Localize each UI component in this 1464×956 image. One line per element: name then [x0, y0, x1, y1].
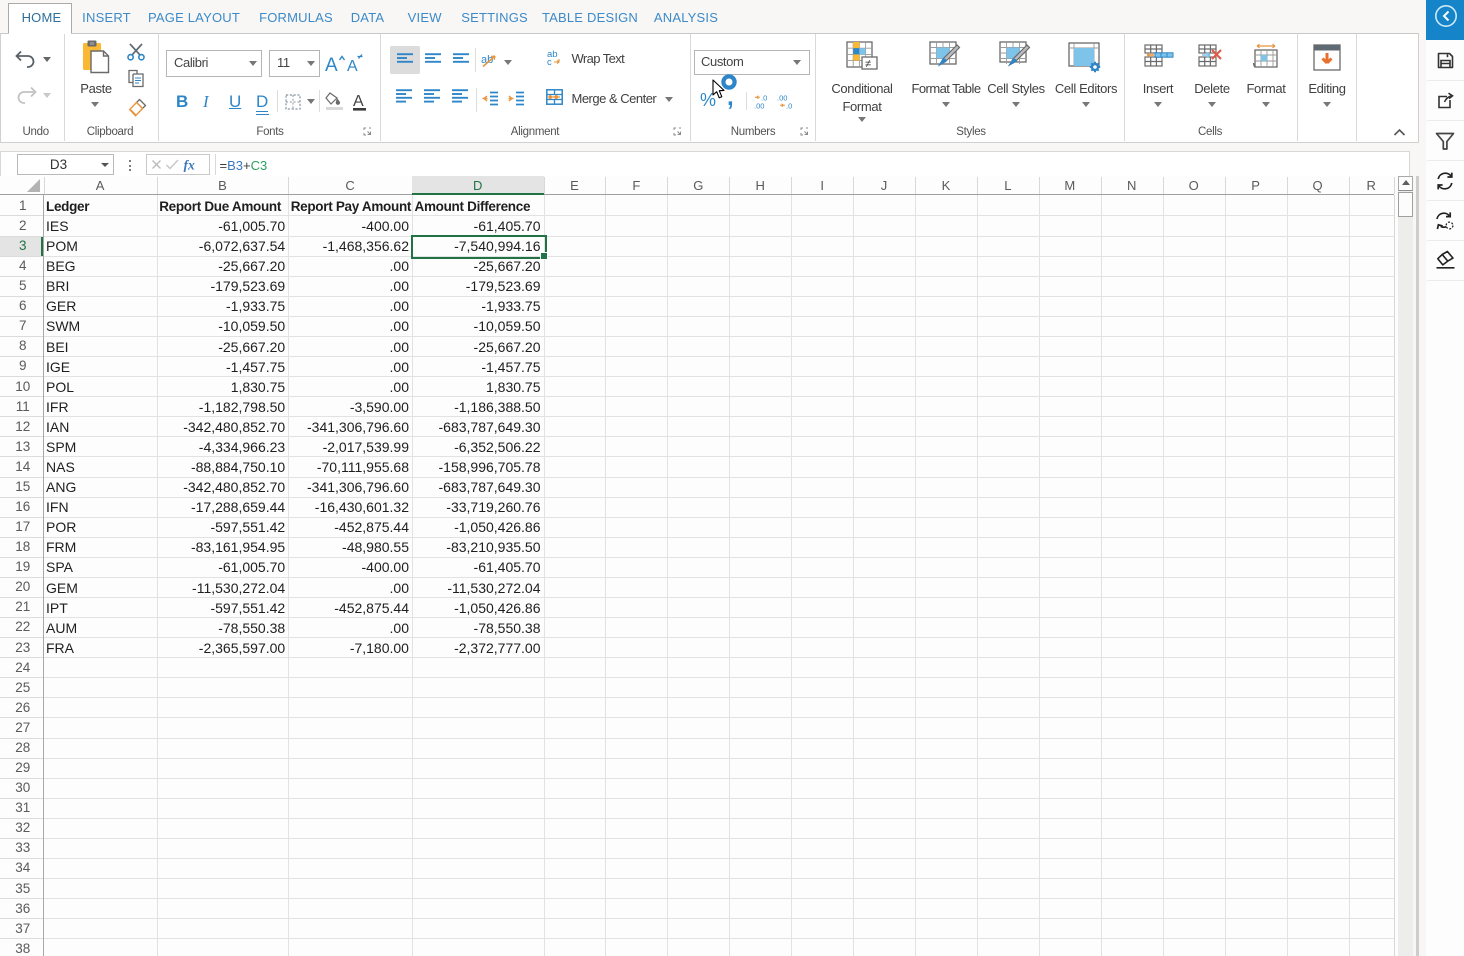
- svg-text:c: c: [547, 57, 552, 66]
- svg-text:A: A: [347, 58, 358, 75]
- svg-text:A: A: [353, 93, 364, 110]
- svg-text:A: A: [325, 55, 338, 75]
- svg-text:.00: .00: [754, 102, 764, 110]
- svg-text:≠: ≠: [865, 58, 871, 70]
- svg-text:fx: fx: [184, 158, 195, 172]
